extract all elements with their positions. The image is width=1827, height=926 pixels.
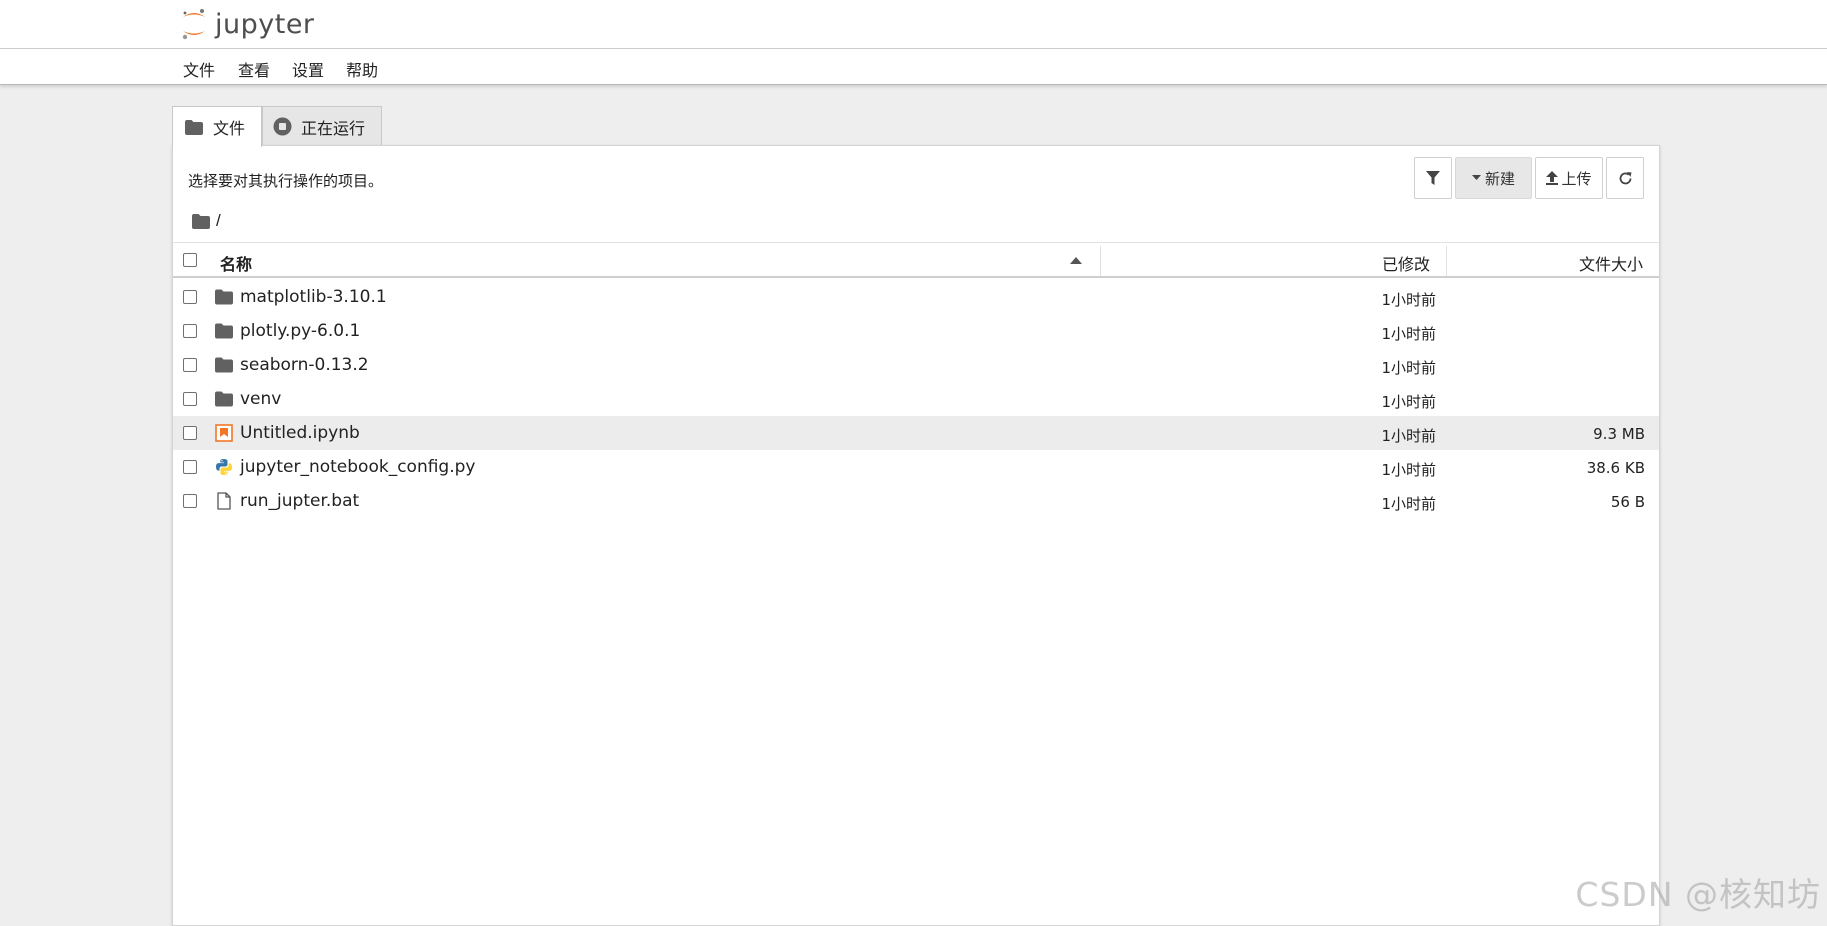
file-size: 38.6 KB [1586,459,1645,477]
upload-button[interactable]: 上传 [1535,157,1603,199]
file-modified: 1小时前 [1381,495,1436,513]
file-row[interactable]: Untitled.ipynb 1小时前 9.3 MB [173,416,1659,450]
file-list: matplotlib-3.10.1 1小时前 plotly.py-6.0.1 1… [173,280,1659,518]
refresh-button[interactable] [1606,157,1644,199]
menu-settings[interactable]: 设置 [292,57,324,81]
python-icon [216,459,232,475]
menu-help[interactable]: 帮助 [346,57,378,81]
folder-icon [185,119,203,135]
column-size-header[interactable]: 文件大小 [1579,251,1643,275]
file-row[interactable]: matplotlib-3.10.1 1小时前 [173,280,1659,314]
file-modified: 1小时前 [1381,359,1436,377]
sort-ascending-icon[interactable] [1070,257,1082,265]
row-checkbox[interactable] [183,324,197,338]
file-row[interactable]: jupyter_notebook_config.py 1小时前 38.6 KB [173,450,1659,484]
menu-file[interactable]: 文件 [183,57,215,81]
breadcrumb: / [192,211,221,231]
file-row[interactable]: seaborn-0.13.2 1小时前 [173,348,1659,382]
folder-icon [215,289,233,305]
file-name[interactable]: matplotlib-3.10.1 [240,287,387,307]
file-row[interactable]: run_jupter.bat 1小时前 56 B [173,484,1659,518]
file-name[interactable]: jupyter_notebook_config.py [240,457,475,477]
upload-button-label: 上传 [1561,169,1592,188]
folder-icon [215,357,233,373]
select-all-checkbox[interactable] [183,253,197,267]
stop-circle-icon [273,117,292,136]
row-checkbox[interactable] [183,358,197,372]
file-name[interactable]: run_jupter.bat [240,491,359,511]
file-name[interactable]: plotly.py-6.0.1 [240,321,360,341]
tab-files[interactable]: 文件 [172,106,262,147]
file-browser-panel: 选择要对其执行操作的项目。 新建 上传 / 名称 已修改 文件大小 matplo… [172,145,1660,926]
menu-bar: 文件 查看 设置 帮助 [0,49,1827,85]
tab-running-label: 正在运行 [301,118,366,138]
logo-text: jupyter [215,8,315,40]
file-modified: 1小时前 [1381,461,1436,479]
file-size: 56 B [1610,493,1645,511]
file-name[interactable]: venv [240,389,281,409]
menu-view[interactable]: 查看 [238,57,270,81]
folder-icon [215,323,233,339]
refresh-icon [1619,171,1631,184]
row-checkbox[interactable] [183,290,197,304]
jupyter-logo[interactable]: jupyter [181,4,315,44]
column-separator [1446,246,1447,276]
file-modified: 1小时前 [1381,427,1436,445]
column-modified-header[interactable]: 已修改 [1382,251,1430,275]
file-modified: 1小时前 [1381,325,1436,343]
file-name[interactable]: Untitled.ipynb [240,423,360,443]
file-row[interactable]: venv 1小时前 [173,382,1659,416]
file-row[interactable]: plotly.py-6.0.1 1小时前 [173,314,1659,348]
file-modified: 1小时前 [1381,291,1436,309]
file-size: 9.3 MB [1593,425,1645,443]
jupyter-logo-icon [182,9,205,40]
caret-down-icon [1471,175,1481,180]
file-name[interactable]: seaborn-0.13.2 [240,355,369,375]
column-separator [1100,246,1101,276]
file-modified: 1小时前 [1381,393,1436,411]
filter-button[interactable] [1414,157,1452,199]
breadcrumb-root[interactable]: / [216,211,221,231]
selection-hint: 选择要对其执行操作的项目。 [188,172,384,190]
notebook-icon [215,424,233,442]
folder-icon [215,391,233,407]
column-name-header[interactable]: 名称 [220,251,252,275]
watermark: CSDN @核知坊 [1575,875,1821,914]
new-button-label: 新建 [1484,169,1515,188]
top-header: jupyter [0,0,1827,49]
upload-icon [1546,171,1559,185]
row-checkbox[interactable] [183,426,197,440]
list-header: 名称 已修改 文件大小 [173,242,1659,278]
tab-files-label: 文件 [213,119,246,138]
row-checkbox[interactable] [183,460,197,474]
filter-icon [1426,170,1440,185]
row-checkbox[interactable] [183,392,197,406]
row-checkbox[interactable] [183,494,197,508]
new-button[interactable]: 新建 [1455,157,1532,199]
file-icon [217,492,231,510]
folder-icon[interactable] [192,213,210,229]
tab-running[interactable]: 正在运行 [262,106,382,146]
